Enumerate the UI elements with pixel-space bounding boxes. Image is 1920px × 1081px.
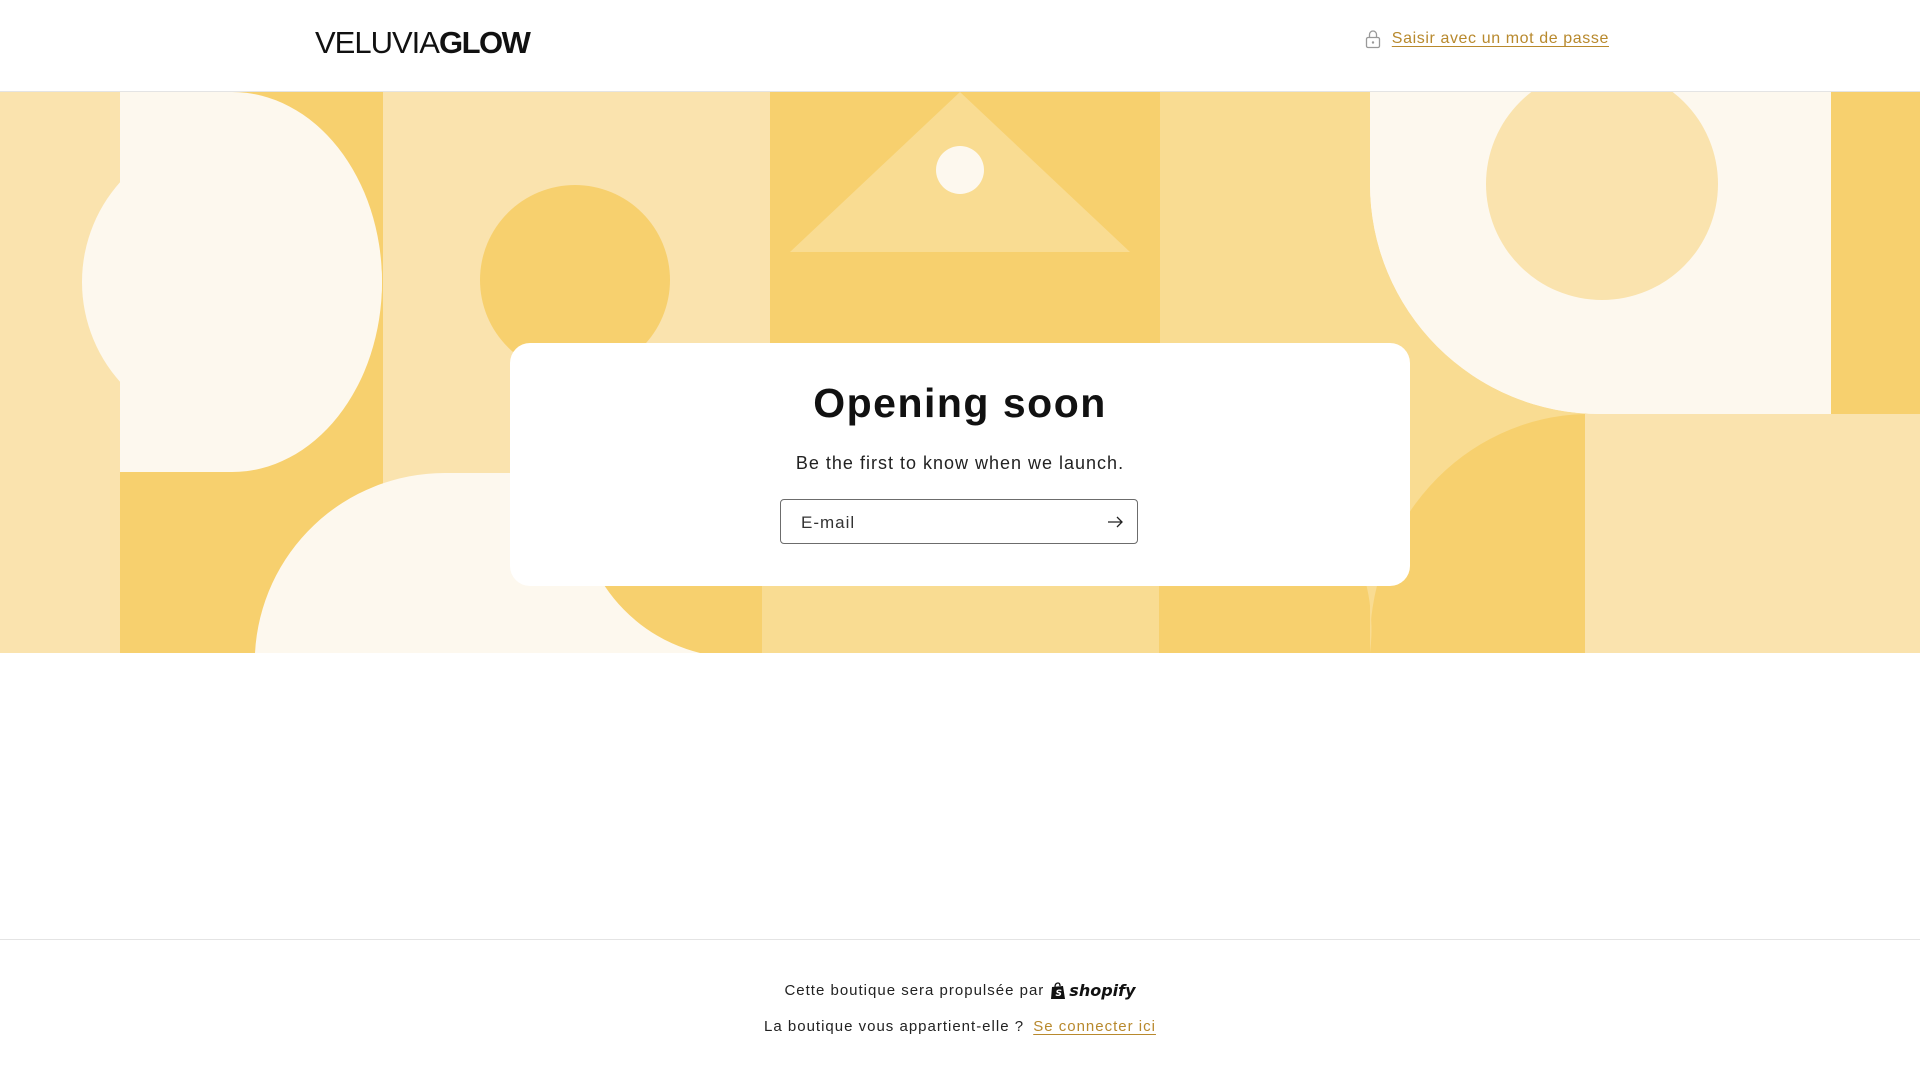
email-form bbox=[780, 499, 1138, 545]
footer: Cette boutique sera propulsée par S shop… bbox=[0, 939, 1920, 1081]
arrow-right-icon bbox=[1108, 516, 1123, 528]
password-link-label: Saisir avec un mot de passe bbox=[1391, 30, 1609, 47]
shopify-wordmark: shopify bbox=[1069, 981, 1136, 1000]
shopify-bag-icon: S bbox=[1051, 981, 1066, 999]
powered-by-line: Cette boutique sera propulsée par S shop… bbox=[0, 981, 1920, 1000]
submit-button[interactable] bbox=[1099, 506, 1131, 538]
subtitle: Be the first to know when we launch. bbox=[795, 453, 1125, 473]
logo-text-bold: GLOW bbox=[438, 25, 531, 60]
store-logo[interactable]: VELUVIA GLOW bbox=[315, 25, 531, 60]
hero-banner: Opening soon Be the first to know when w… bbox=[0, 92, 1920, 653]
header: VELUVIA GLOW Saisir avec un mot de passe bbox=[0, 0, 1920, 92]
login-link[interactable]: Se connecter ici bbox=[1033, 1018, 1156, 1035]
powered-by-text: Cette boutique sera propulsée par bbox=[784, 982, 1045, 999]
email-input[interactable] bbox=[781, 500, 1103, 545]
newsletter-card: Opening soon Be the first to know when w… bbox=[510, 343, 1410, 586]
password-login-link[interactable]: Saisir avec un mot de passe bbox=[1364, 29, 1609, 49]
svg-text:S: S bbox=[1056, 989, 1062, 999]
logo-text-light: VELUVIA bbox=[315, 25, 440, 60]
owner-question: La boutique vous appartient-elle ? bbox=[764, 1018, 1025, 1035]
page-title: Opening soon bbox=[813, 380, 1107, 426]
shopify-logo[interactable]: S shopify bbox=[1050, 981, 1136, 1000]
lock-icon bbox=[1365, 30, 1380, 49]
owner-login-line: La boutique vous appartient-elle ? Se co… bbox=[0, 1018, 1920, 1035]
